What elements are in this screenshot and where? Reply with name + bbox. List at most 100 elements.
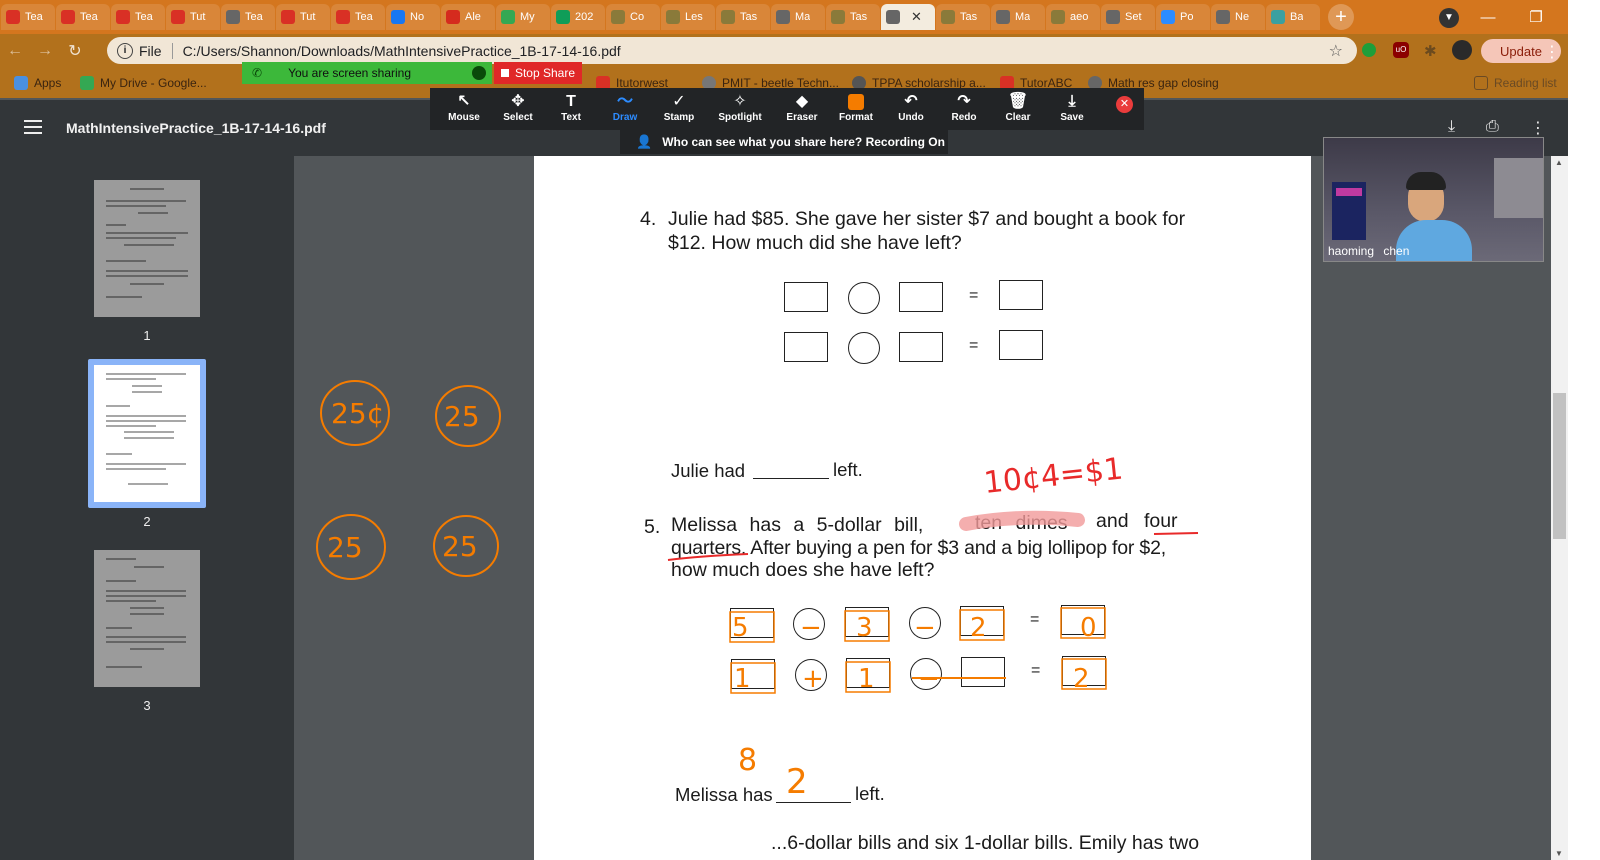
- tab-label: Set: [1125, 11, 1142, 23]
- browser-tab[interactable]: Co: [606, 4, 660, 30]
- browser-tab[interactable]: Po: [1156, 4, 1210, 30]
- browser-tab[interactable]: Les: [661, 4, 715, 30]
- new-tab-button[interactable]: +: [1328, 4, 1354, 30]
- browser-tab[interactable]: Tas: [826, 4, 880, 30]
- participant-video[interactable]: haoming chen: [1323, 137, 1544, 262]
- doc-icon: [721, 10, 735, 24]
- q5-answer-box-2: [1062, 656, 1106, 686]
- browser-tab[interactable]: Set: [1101, 4, 1155, 30]
- browser-tab[interactable]: Tea: [331, 4, 385, 30]
- address-bar[interactable]: i File C:/Users/Shannon/Downloads/MathIn…: [107, 37, 1357, 64]
- tool-stamp[interactable]: ✓ Stamp: [651, 92, 707, 123]
- browser-tab[interactable]: Ne: [1211, 4, 1265, 30]
- eraser-icon: ◆: [795, 93, 809, 110]
- video-hair: [1406, 172, 1446, 190]
- screen-sharing-banner[interactable]: ✆ You are screen sharing: [242, 62, 492, 84]
- pdf-title: MathIntensivePractice_1B-17-14-16.pdf: [66, 120, 326, 136]
- info-icon[interactable]: i: [117, 42, 133, 59]
- tool-select[interactable]: ✥ Select: [490, 92, 546, 123]
- scrollbar-thumb[interactable]: [1553, 393, 1566, 539]
- bookmark-star-icon[interactable]: ☆: [1329, 41, 1343, 61]
- q4-box-1: [784, 282, 828, 312]
- browser-tab[interactable]: Tas: [936, 4, 990, 30]
- close-annotation-icon[interactable]: ✕: [1116, 96, 1133, 113]
- more-menu-icon[interactable]: ⋮: [1544, 42, 1560, 62]
- stop-icon: [500, 69, 509, 77]
- tab-label: Les: [685, 11, 703, 23]
- q6-partial-line: ...6-dollar bills and six 1-dollar bills…: [771, 832, 1200, 854]
- bookmark-apps[interactable]: Apps: [14, 76, 61, 90]
- tab-search-icon[interactable]: ▼: [1434, 7, 1464, 28]
- spotlight-icon: ✧: [733, 93, 747, 110]
- tool-eraser[interactable]: ◆ Eraser: [774, 92, 830, 123]
- browser-tab[interactable]: Tas: [716, 4, 770, 30]
- q4-equals-2: =: [969, 337, 979, 354]
- page-thumbnail-3[interactable]: [94, 550, 200, 687]
- browser-tab[interactable]: Tut: [276, 4, 330, 30]
- tab-label: Ma: [795, 11, 811, 23]
- browser-tab[interactable]: Tut: [166, 4, 220, 30]
- q5-number: 5.: [644, 516, 661, 538]
- forward-icon[interactable]: →: [30, 42, 60, 60]
- tool-text[interactable]: T Text: [543, 92, 599, 123]
- url-separator: [171, 42, 173, 59]
- sheets-icon: [556, 10, 570, 24]
- profile-avatar[interactable]: [1452, 40, 1472, 60]
- tool-mouse[interactable]: ↖ Mouse: [436, 92, 492, 123]
- page-thumbnail-2[interactable]: [94, 365, 200, 502]
- browser-tab[interactable]: Ale: [441, 4, 495, 30]
- reload-icon[interactable]: ↻: [60, 41, 90, 61]
- more-options-icon[interactable]: ⋮: [1530, 118, 1546, 138]
- ublock-icon[interactable]: uO: [1393, 42, 1409, 58]
- tool-clear[interactable]: 🗑 Clear: [990, 92, 1046, 123]
- url-text: C:/Users/Shannon/Downloads/MathIntensive…: [182, 42, 621, 59]
- page-thumbnail-1[interactable]: [94, 180, 200, 317]
- maple-leaf-icon: [446, 10, 460, 24]
- tool-undo[interactable]: ↶ Undo: [883, 92, 939, 123]
- tab-label: Tea: [135, 11, 153, 23]
- tool-save[interactable]: ⤓ Save: [1044, 92, 1100, 123]
- stop-share-button[interactable]: Stop Share: [494, 62, 582, 84]
- browser-tab[interactable]: Ba: [1266, 4, 1320, 30]
- tool-redo[interactable]: ↷ Redo: [936, 92, 992, 123]
- bookmark-my-drive[interactable]: My Drive - Google...: [80, 76, 207, 90]
- tool-format[interactable]: Format: [828, 92, 884, 123]
- browser-tab[interactable]: Ma: [991, 4, 1045, 30]
- browser-tab[interactable]: My: [496, 4, 550, 30]
- q4-box-4: [899, 332, 943, 362]
- tool-spotlight[interactable]: ✧ Spotlight: [712, 92, 768, 123]
- tool-draw[interactable]: 〜 Draw: [597, 92, 653, 123]
- print-icon[interactable]: ⎙: [1486, 118, 1499, 136]
- puzzle-icon[interactable]: ✱: [1424, 42, 1437, 60]
- browser-tab[interactable]: Ma: [771, 4, 825, 30]
- scroll-down-icon[interactable]: ▼: [1555, 849, 1563, 858]
- drive-icon: [501, 10, 515, 24]
- browser-tab[interactable]: Tea: [1, 4, 55, 30]
- browser-tab[interactable]: aeo: [1046, 4, 1100, 30]
- undo-icon: ↶: [904, 93, 918, 110]
- download-icon[interactable]: ⤓: [1448, 118, 1455, 136]
- hamburger-menu-icon[interactable]: [24, 120, 42, 134]
- tool-label: Spotlight: [718, 112, 762, 123]
- who-can-see-banner[interactable]: 👤 Who can see what you share here? Recor…: [620, 130, 948, 154]
- restore-icon[interactable]: ❐: [1512, 8, 1560, 26]
- tool-label: Stamp: [663, 112, 695, 123]
- minimize-icon[interactable]: —: [1464, 9, 1512, 26]
- browser-tab[interactable]: 202: [551, 4, 605, 30]
- browser-tab[interactable]: ✕: [881, 4, 935, 30]
- browser-tab[interactable]: No: [386, 4, 440, 30]
- q5-circle-3: [795, 659, 827, 691]
- globe-icon: [776, 10, 790, 24]
- extension-icon[interactable]: [1362, 43, 1376, 57]
- browser-tab[interactable]: Tea: [56, 4, 110, 30]
- close-tab-icon[interactable]: ✕: [911, 9, 922, 25]
- tab-label: My: [520, 11, 535, 23]
- back-icon[interactable]: ←: [0, 42, 30, 60]
- tool-label: Redo: [951, 112, 977, 123]
- scroll-up-icon[interactable]: ▲: [1555, 158, 1563, 167]
- q5-box-4: [731, 659, 775, 689]
- browser-tab[interactable]: Tea: [111, 4, 165, 30]
- browser-tab[interactable]: Tea: [221, 4, 275, 30]
- reading-list[interactable]: Reading list: [1474, 76, 1557, 90]
- i-logo-icon: [281, 10, 295, 24]
